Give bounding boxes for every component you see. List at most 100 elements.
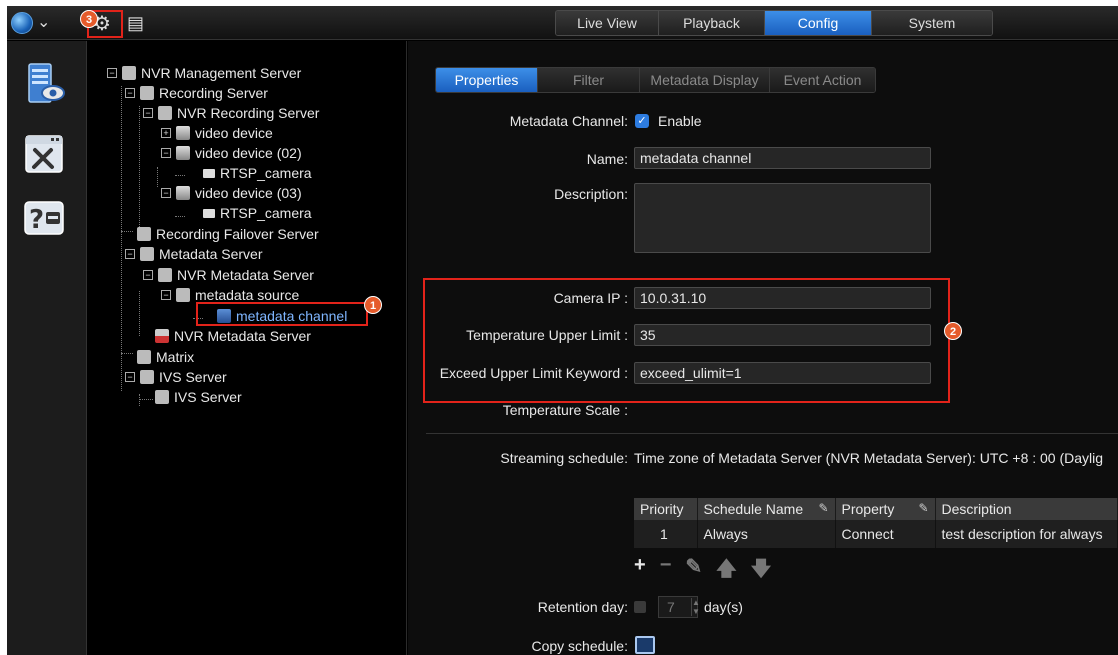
tree-connector	[139, 106, 140, 231]
tree-node-recording-server[interactable]: − Recording Server	[125, 83, 268, 103]
tree-node-label: RTSP_camera	[220, 205, 312, 221]
tab-config[interactable]: Config	[765, 11, 872, 35]
schedule-settings-icon[interactable]: ▤	[127, 13, 147, 33]
collapse-icon[interactable]: −	[125, 88, 135, 98]
exceed-keyword-label: Exceed Upper Limit Keyword :	[439, 365, 628, 381]
col-schedule-name[interactable]: Schedule Name ✎	[697, 498, 836, 520]
tree-node-label: NVR Management Server	[141, 65, 302, 81]
copy-schedule-icon[interactable]	[635, 636, 655, 654]
top-bar: ⌄ ⚙ ▤ 3 Live View Playback Config System…	[7, 6, 1118, 40]
collapse-icon[interactable]: −	[161, 188, 171, 198]
expand-icon[interactable]: +	[161, 128, 171, 138]
pencil-icon: ✎	[818, 501, 829, 515]
tab-live-view[interactable]: Live View	[556, 11, 659, 35]
col-description[interactable]: Description	[935, 498, 1118, 520]
section-divider	[426, 433, 1118, 434]
tab-properties[interactable]: Properties	[436, 68, 538, 92]
temperature-scale-label: Temperature Scale :	[502, 402, 628, 418]
tree-connector	[139, 291, 140, 336]
exceed-keyword-field[interactable]: exceed_ulimit=1	[634, 362, 931, 384]
streaming-timezone-text: Time zone of Metadata Server (NVR Metada…	[634, 450, 1104, 466]
tree-node-nvr-metadata-server[interactable]: NVR Metadata Server	[155, 326, 311, 346]
video-device-icon	[176, 146, 190, 160]
tree-node-label: video device (02)	[195, 145, 302, 161]
server-monitor-icon[interactable]	[21, 61, 67, 107]
col-property[interactable]: Property ✎	[835, 498, 936, 520]
tree-node-recording-failover-server[interactable]: Recording Failover Server	[137, 224, 319, 244]
help-card-icon[interactable]: ?	[21, 196, 67, 242]
collapse-icon[interactable]: −	[143, 108, 153, 118]
header-label: Schedule Name	[703, 501, 804, 517]
tree-node-matrix[interactable]: Matrix	[137, 347, 194, 367]
enable-checkbox[interactable]: ✓	[635, 114, 649, 128]
description-field[interactable]	[634, 183, 931, 253]
table-row[interactable]: 1 Always Connect test description for al…	[634, 520, 1118, 548]
collapse-icon[interactable]: −	[107, 68, 117, 78]
step-badge-2: 2	[944, 322, 962, 340]
name-label: Name:	[586, 151, 628, 167]
schedule-table: Priority Schedule Name ✎ Property ✎ Descri…	[634, 498, 1118, 548]
description-label: Description:	[554, 186, 628, 202]
copy-schedule-label: Copy schedule:	[531, 638, 628, 654]
tree-node-label: Recording Server	[159, 85, 268, 101]
tree-connector	[175, 175, 185, 176]
col-priority[interactable]: Priority	[634, 498, 698, 520]
management-server-icon	[122, 66, 136, 80]
tree-node-metadata-server[interactable]: − Metadata Server	[125, 244, 263, 264]
tree-node-label: video device (03)	[195, 185, 302, 201]
retention-spinner[interactable]: ▲ ▼	[691, 598, 700, 616]
properties-panel: Properties Filter Metadata Display Event…	[408, 41, 1118, 655]
cell-priority: 1	[634, 520, 698, 548]
collapse-icon[interactable]: −	[125, 249, 135, 259]
tree-node-rtsp-camera[interactable]: RTSP_camera	[203, 203, 312, 223]
tree-node-nvr-management-server[interactable]: − NVR Management Server	[107, 63, 301, 83]
temperature-upper-limit-field[interactable]: 35	[634, 324, 931, 346]
add-icon[interactable]: +	[634, 554, 646, 588]
tab-metadata-display[interactable]: Metadata Display	[640, 68, 770, 92]
tree-node-ivs-server[interactable]: − IVS Server	[125, 367, 227, 387]
tree-node-rtsp-camera[interactable]: RTSP_camera	[203, 163, 312, 183]
camera-ip-label: Camera IP :	[553, 290, 628, 306]
cell-description: test description for always	[935, 520, 1118, 548]
tree-connector	[121, 353, 133, 354]
globe-icon[interactable]	[11, 12, 33, 34]
collapse-icon[interactable]: −	[125, 372, 135, 382]
retention-checkbox[interactable]	[634, 601, 646, 613]
metadata-server-offline-icon	[155, 329, 169, 343]
metadata-source-icon	[176, 288, 190, 302]
tab-filter[interactable]: Filter	[538, 68, 640, 92]
edit-pencil-icon[interactable]: ✎	[685, 554, 702, 588]
tree-node-video-device-02[interactable]: − video device (02)	[161, 143, 302, 163]
tree-node-video-device[interactable]: + video device	[161, 123, 273, 143]
tree-node-ivs-server-child[interactable]: IVS Server	[155, 387, 242, 407]
pencil-icon: ✎	[918, 501, 929, 515]
collapse-icon[interactable]: −	[143, 270, 153, 280]
tab-system-overview[interactable]: System Overview	[872, 11, 992, 35]
camera-ip-field[interactable]: 10.0.31.10	[634, 287, 931, 309]
tools-icon[interactable]	[21, 131, 67, 177]
move-up-icon[interactable]: 🡅	[716, 554, 737, 588]
tree-node-nvr-metadata-server[interactable]: − NVR Metadata Server	[143, 265, 314, 285]
chevron-down-icon[interactable]: ⌄	[37, 12, 50, 32]
header-label: Description	[941, 501, 1012, 517]
tab-playback[interactable]: Playback	[659, 11, 765, 35]
collapse-icon[interactable]: −	[161, 290, 171, 300]
tree-node-nvr-recording-server[interactable]: − NVR Recording Server	[143, 103, 319, 123]
remove-icon[interactable]: −	[660, 554, 672, 588]
recording-server-icon	[158, 106, 172, 120]
collapse-icon[interactable]: −	[161, 148, 171, 158]
tab-event-action[interactable]: Event Action	[770, 68, 875, 92]
retention-day-label: Retention day:	[537, 599, 628, 615]
table-header-row: Priority Schedule Name ✎ Property ✎ Descri…	[634, 498, 1118, 520]
metadata-channel-highlight	[196, 302, 368, 326]
tree-node-video-device-03[interactable]: − video device (03)	[161, 183, 302, 203]
move-down-icon[interactable]: 🡇	[751, 554, 772, 588]
streaming-schedule-label: Streaming schedule:	[500, 450, 628, 466]
tree-node-label: NVR Recording Server	[177, 105, 320, 121]
retention-unit-label: day(s)	[704, 599, 743, 615]
left-icon-rail: ?	[7, 41, 87, 655]
name-field[interactable]: metadata channel	[634, 147, 931, 169]
cell-property: Connect	[835, 520, 936, 548]
ivs-server-icon	[140, 370, 154, 384]
metadata-server-icon	[158, 268, 172, 282]
